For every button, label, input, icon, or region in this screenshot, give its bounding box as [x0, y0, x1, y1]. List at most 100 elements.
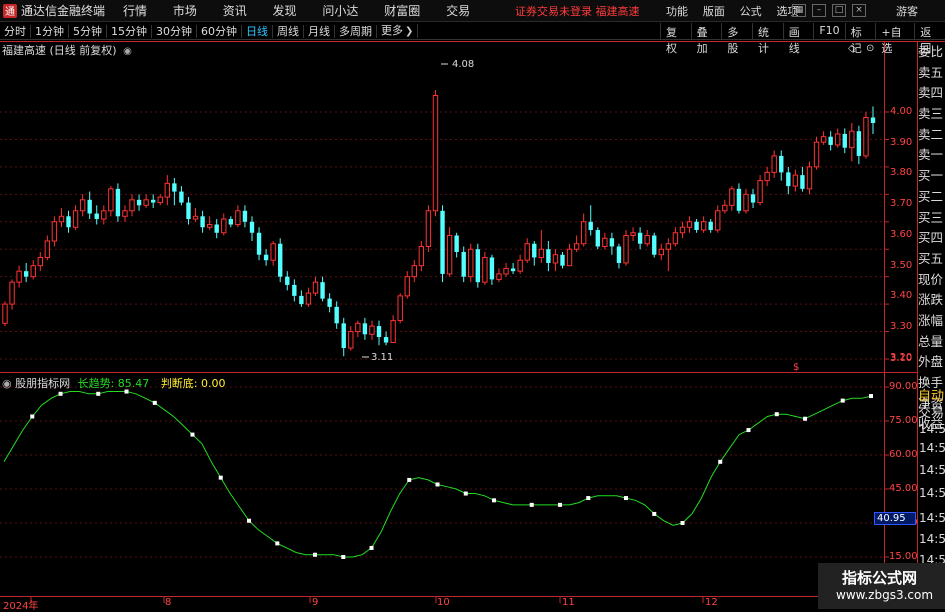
- candle-body: [538, 248, 545, 258]
- candle-body: [390, 320, 396, 344]
- candle-body: [779, 155, 784, 173]
- time-label: 14:56: [919, 441, 945, 455]
- low-annotation: 3.11: [371, 352, 394, 363]
- period-tab-60min[interactable]: 60分钟: [197, 24, 242, 38]
- tab-trade[interactable]: 交易: [918, 402, 944, 421]
- candle-body: [206, 224, 213, 228]
- period-tab-15min[interactable]: 15分钟: [107, 24, 152, 38]
- indicator-marker: [746, 428, 751, 433]
- candle-body: [376, 326, 382, 338]
- candle-body: [164, 182, 170, 198]
- indicator-tick: 90.00: [889, 381, 918, 392]
- stock-title: 福建高速 (日线 前复权) ◉: [2, 42, 132, 58]
- minimize-icon[interactable]: –: [812, 4, 826, 17]
- indicator-marker: [435, 482, 440, 487]
- indicator-marker: [247, 518, 252, 523]
- tool-statistics[interactable]: 统计: [752, 23, 783, 55]
- x-label: 9: [312, 597, 319, 608]
- indicator-marker: [869, 394, 873, 399]
- guest-user[interactable]: 游客: [896, 3, 918, 19]
- quote-row: 卖二: [918, 126, 944, 142]
- indicator-marker: [218, 475, 223, 480]
- menu-item-quotes[interactable]: 行情: [123, 4, 147, 18]
- tool-multi-stock[interactable]: 多股: [721, 23, 752, 55]
- indicator-marker: [558, 502, 563, 507]
- candle-body: [72, 210, 79, 228]
- layout-icon[interactable]: ▦: [792, 4, 806, 17]
- tool-f10[interactable]: F10: [813, 23, 844, 40]
- indicator-marker: [840, 398, 845, 403]
- stock-mode: (日线 前复权): [49, 44, 117, 57]
- candle-body: [679, 226, 686, 234]
- period-tab-more[interactable]: 更多 ❯: [377, 24, 419, 38]
- candle-body: [51, 221, 58, 242]
- indicator-settings-icon[interactable]: ◉: [2, 377, 12, 390]
- menu-item-wealth[interactable]: 财富圈: [384, 4, 420, 18]
- watermark: 指标公式网 www.zbgs3.com: [818, 563, 945, 609]
- tool-mark[interactable]: 标记: [844, 23, 876, 55]
- candle-body: [129, 199, 135, 212]
- candle-body: [524, 243, 530, 261]
- indicator-marker: [463, 491, 468, 496]
- candle-body: [136, 199, 142, 206]
- quote-row: 涨幅: [918, 312, 944, 328]
- menu-item-trade[interactable]: 交易: [446, 4, 470, 18]
- menu-item-layout[interactable]: 版面: [703, 5, 725, 18]
- candle-body: [44, 240, 51, 258]
- period-tab-weekly[interactable]: 周线: [273, 24, 304, 38]
- tool-restore-rights[interactable]: 复权: [660, 23, 691, 55]
- candle-body: [644, 235, 650, 245]
- candle-body: [404, 276, 410, 297]
- period-tab-1min[interactable]: 1分钟: [31, 24, 69, 38]
- period-tab-intraday[interactable]: 分时: [0, 24, 31, 38]
- indicator-tick: 75.00: [889, 415, 918, 426]
- menu-item-ask[interactable]: 问小达: [322, 4, 358, 18]
- price-tick: 3.30: [890, 321, 913, 332]
- candle-body: [665, 243, 672, 250]
- quote-row: 委比: [918, 44, 944, 59]
- tool-overlay[interactable]: 叠加: [690, 23, 722, 55]
- period-tab-5min[interactable]: 5分钟: [69, 24, 107, 38]
- candle-body: [722, 204, 728, 212]
- candle-body: [630, 232, 636, 236]
- time-label: 14:56: [919, 511, 945, 525]
- candle-body: [828, 136, 833, 145]
- menu-item-formula[interactable]: 公式: [740, 5, 762, 18]
- candle-body: [489, 257, 495, 280]
- candle-body: [792, 174, 799, 187]
- tool-drawing[interactable]: 画线: [782, 23, 814, 55]
- menu-item-market[interactable]: 市场: [173, 4, 197, 18]
- candle-body: [200, 216, 205, 228]
- candle-body: [432, 95, 439, 212]
- candle-body: [66, 216, 71, 228]
- close-icon[interactable]: ×: [852, 4, 866, 17]
- candle-body: [552, 254, 559, 264]
- maximize-icon[interactable]: □: [832, 4, 846, 17]
- diamond-icon[interactable]: ◇: [848, 43, 856, 54]
- settings-circle-icon[interactable]: ◉: [123, 46, 132, 57]
- period-tab-monthly[interactable]: 月线: [304, 24, 335, 38]
- menu-item-function[interactable]: 功能: [666, 5, 688, 18]
- candle-body: [115, 188, 121, 217]
- candle-body: [800, 175, 805, 189]
- candle-body: [595, 230, 600, 247]
- tool-back[interactable]: 返回: [914, 23, 945, 55]
- period-tab-multi[interactable]: 多周期: [335, 24, 377, 38]
- chart-tools: 复权 叠加 多股 统计 画线 F10 标记 +自选 返回: [660, 23, 945, 55]
- candle-body: [503, 267, 509, 275]
- menu-item-discover[interactable]: 发现: [273, 4, 297, 18]
- candle-body: [532, 243, 537, 258]
- menu-item-news[interactable]: 资讯: [223, 4, 247, 18]
- candle-body: [510, 268, 516, 272]
- candle-body: [708, 221, 713, 231]
- candle-body: [369, 325, 375, 335]
- tool-add-watchlist[interactable]: +自选: [875, 23, 914, 55]
- candle-body: [856, 131, 862, 156]
- indicator-title: ◉ 股朋指标网 长趋势: 85.47 判断底: 0.00: [2, 375, 226, 391]
- toggle-icon[interactable]: ⊙: [866, 43, 874, 54]
- candle-body: [278, 243, 283, 277]
- quote-row: 买二: [918, 188, 944, 204]
- period-tab-daily[interactable]: 日线: [242, 24, 273, 38]
- trade-login-notice[interactable]: 证券交易未登录 福建高速: [515, 3, 640, 19]
- period-tab-30min[interactable]: 30分钟: [152, 24, 197, 38]
